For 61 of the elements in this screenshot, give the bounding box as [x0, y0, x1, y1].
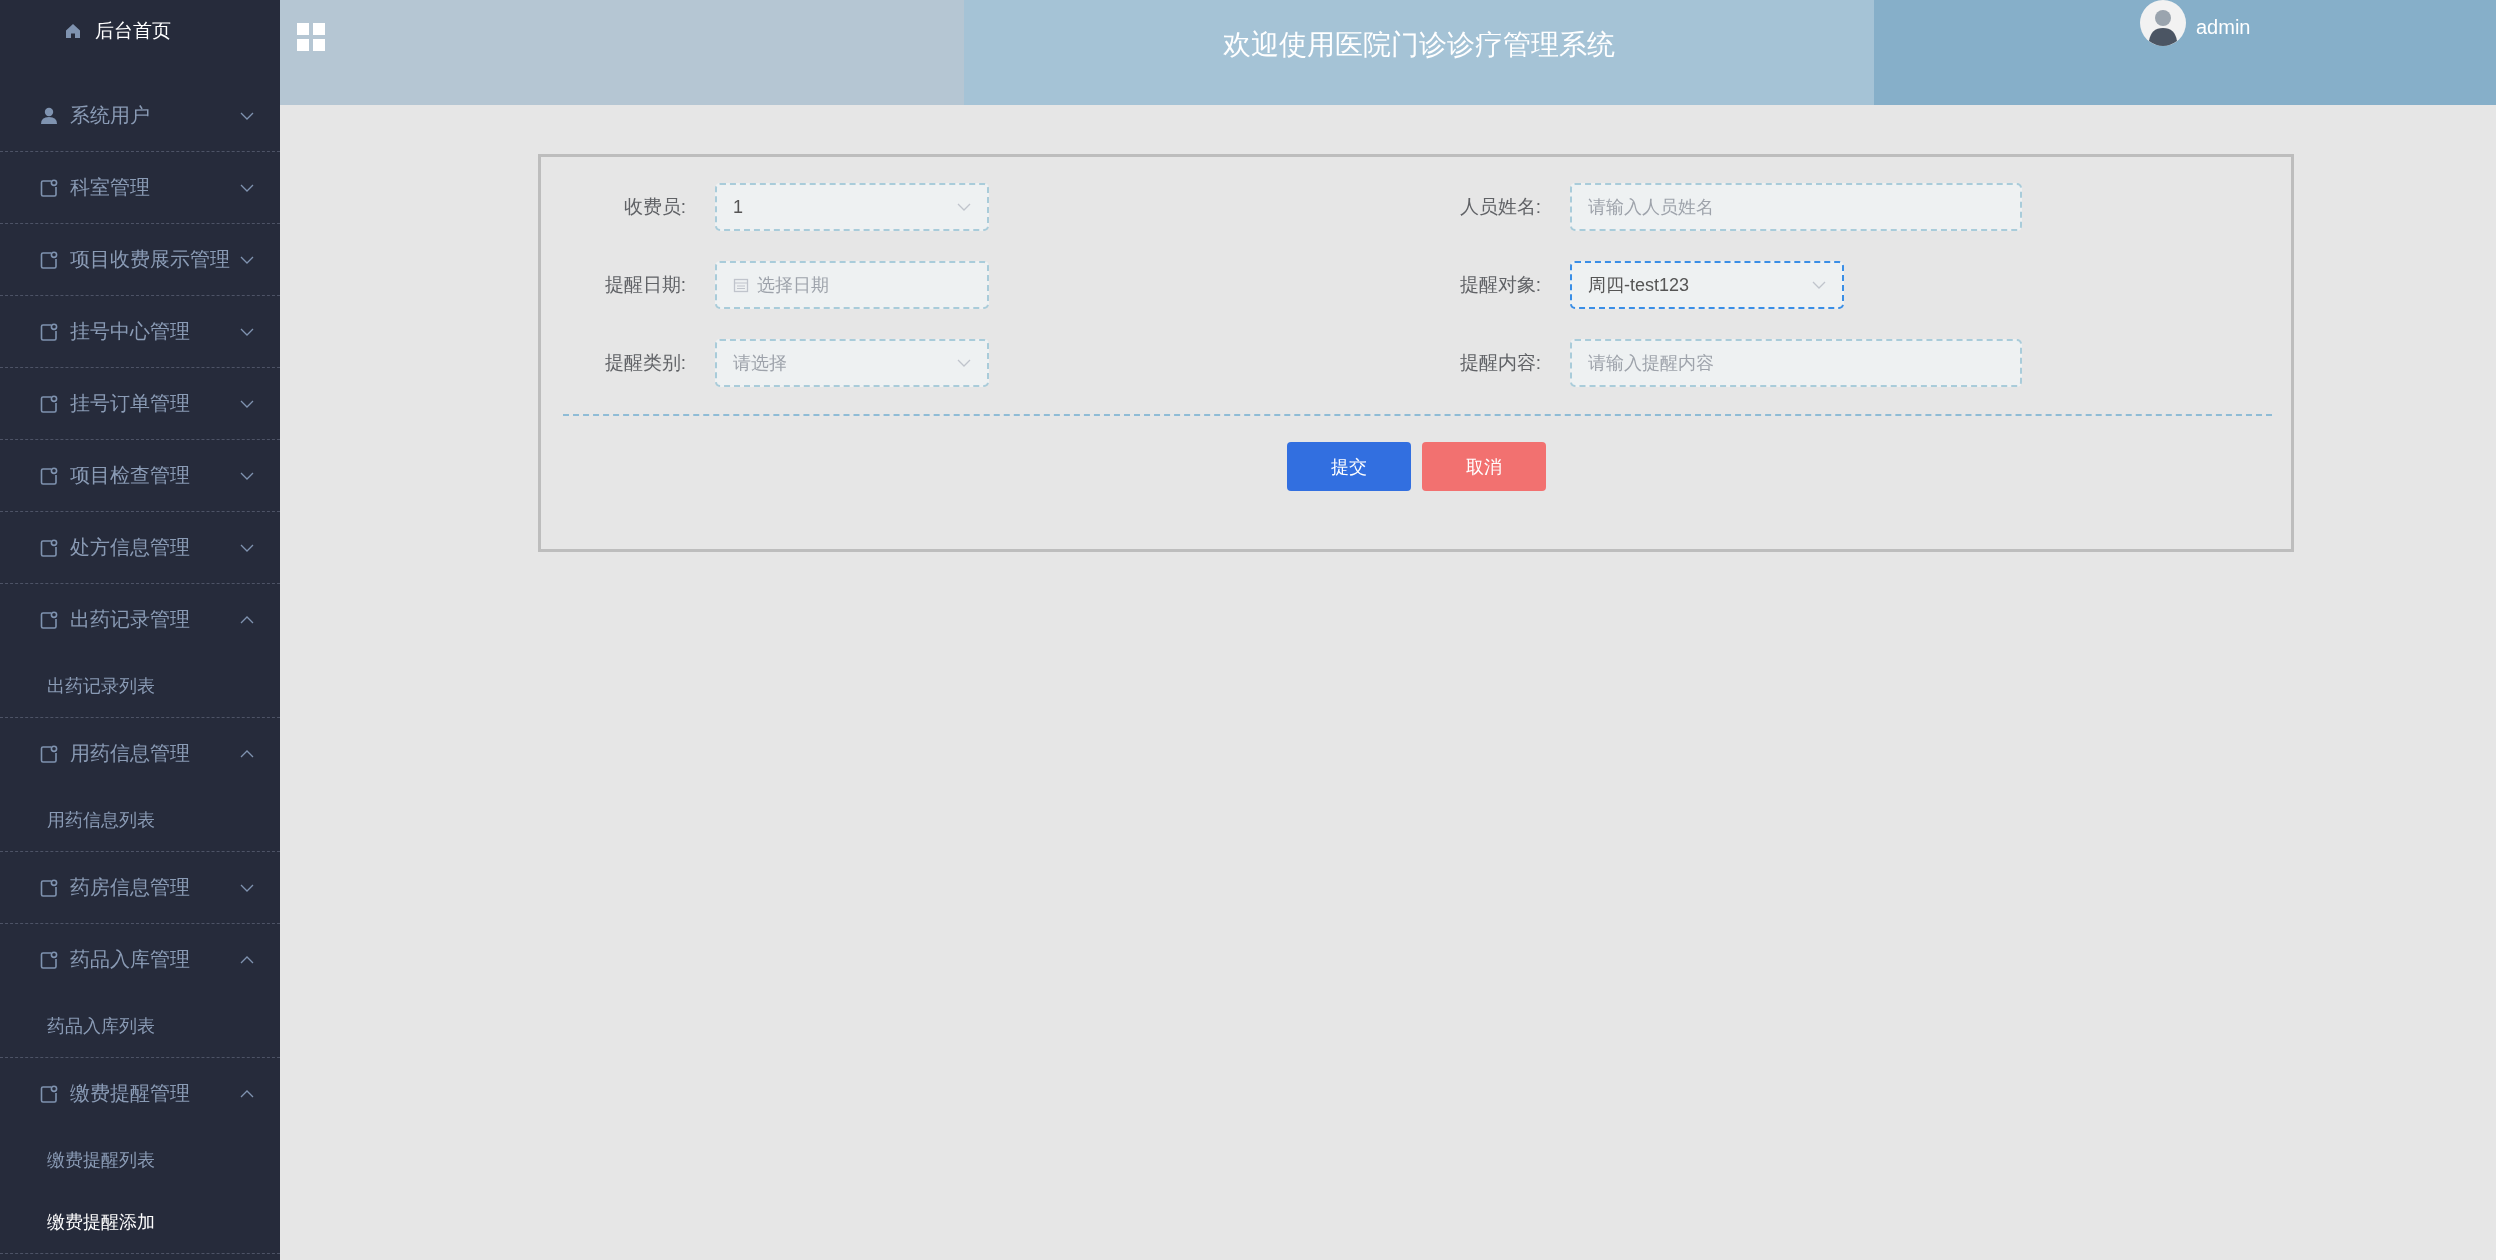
- submenu-item[interactable]: 缴费提醒添加: [0, 1191, 280, 1253]
- note-icon: [40, 744, 58, 763]
- menu-item[interactable]: 用药信息管理: [0, 718, 280, 789]
- menu-item[interactable]: 处方信息管理: [0, 512, 280, 583]
- menu-item[interactable]: 药品入库管理: [0, 924, 280, 995]
- avatar-icon: [2140, 0, 2186, 46]
- username: admin: [2196, 16, 2251, 39]
- note-icon: [40, 878, 58, 897]
- menu-item[interactable]: 系统用户: [0, 80, 280, 151]
- submenu-item[interactable]: 出药记录列表: [0, 655, 280, 717]
- select-field[interactable]: 1: [715, 183, 989, 231]
- field-label: 收费员:: [622, 195, 686, 219]
- chevron-down-icon: [957, 359, 971, 367]
- note-icon: [40, 394, 58, 413]
- submit-button[interactable]: 提交: [1286, 442, 1411, 491]
- field-label: 人员姓名:: [1458, 195, 1541, 219]
- menu-item[interactable]: 挂号中心管理: [0, 296, 280, 367]
- menu-item[interactable]: 药房信息管理: [0, 852, 280, 923]
- chevron-up-icon: [240, 955, 254, 964]
- menu-item[interactable]: 缴费提醒管理: [0, 1058, 280, 1129]
- chevron-down-icon: [957, 203, 971, 211]
- menu-item[interactable]: 项目收费展示管理: [0, 224, 280, 295]
- field-label: 提醒日期:: [603, 273, 686, 297]
- calendar-icon: [733, 277, 749, 293]
- submenu-item[interactable]: 药品入库列表: [0, 995, 280, 1057]
- cancel-button[interactable]: 取消: [1421, 442, 1546, 491]
- home-icon: [65, 23, 81, 39]
- chevron-up-icon: [240, 749, 254, 758]
- select-field[interactable]: 周四-test123: [1570, 261, 1844, 309]
- chevron-down-icon: [1812, 281, 1826, 289]
- chevron-down-icon: [240, 399, 254, 408]
- chevron-down-icon: [240, 883, 254, 892]
- note-icon: [40, 610, 58, 629]
- home-link[interactable]: 后台首页: [0, 0, 171, 62]
- menu-item[interactable]: 科室管理: [0, 152, 280, 223]
- grid-menu-icon: [296, 22, 326, 52]
- chevron-up-icon: [240, 615, 254, 624]
- submenu-item[interactable]: 缴费提醒列表: [0, 1129, 280, 1191]
- note-icon: [40, 178, 58, 197]
- field-label: 提醒内容:: [1458, 351, 1541, 375]
- menu-item[interactable]: 项目检查管理: [0, 440, 280, 511]
- note-icon: [40, 322, 58, 341]
- menu-item[interactable]: 挂号订单管理: [0, 368, 280, 439]
- chevron-down-icon: [240, 111, 254, 120]
- field-label: 提醒类别:: [603, 351, 686, 375]
- submenu-item[interactable]: 用药信息列表: [0, 789, 280, 851]
- note-icon: [40, 950, 58, 969]
- user-icon: [40, 106, 58, 125]
- chevron-down-icon: [240, 543, 254, 552]
- field-label: 提醒对象:: [1458, 273, 1541, 297]
- page-title: 欢迎使用医院门诊诊疗管理系统: [1223, 28, 1615, 62]
- note-icon: [40, 250, 58, 269]
- chevron-down-icon: [240, 183, 254, 192]
- note-icon: [40, 1084, 58, 1103]
- note-icon: [40, 538, 58, 557]
- chevron-up-icon: [240, 1089, 254, 1098]
- note-icon: [40, 466, 58, 485]
- chevron-down-icon: [240, 471, 254, 480]
- menu-item[interactable]: 出药记录管理: [0, 584, 280, 655]
- chevron-down-icon: [240, 255, 254, 264]
- chevron-down-icon: [240, 327, 254, 336]
